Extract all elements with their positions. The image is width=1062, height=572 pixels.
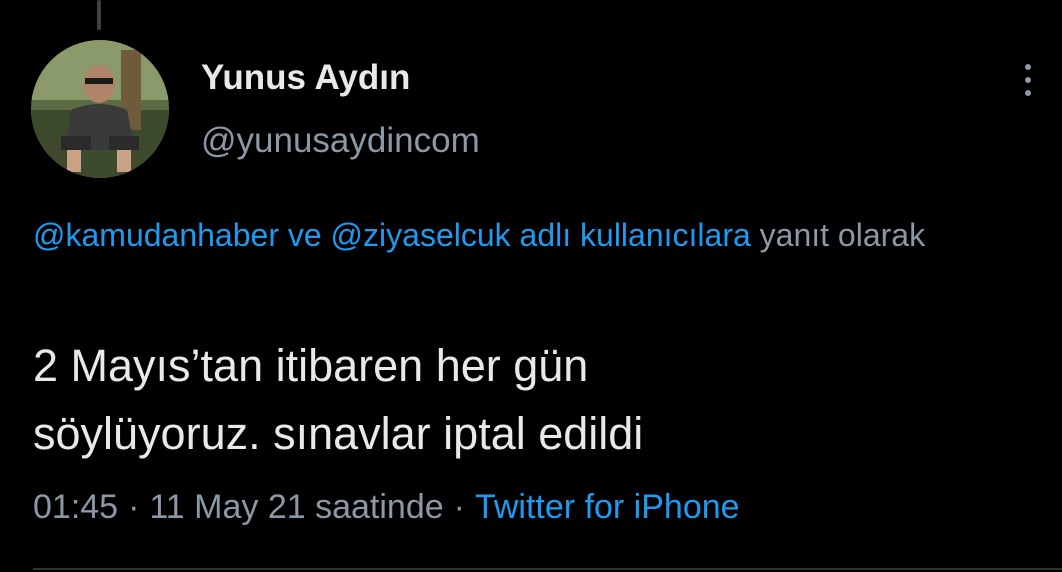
tweet-source-link[interactable]: Twitter for iPhone xyxy=(475,488,740,526)
replied-users-link[interactable]: adlı kullanıcılara xyxy=(520,217,751,253)
reply-suffix-text: yanıt olarak xyxy=(759,217,926,253)
more-options-button[interactable] xyxy=(1013,60,1043,100)
tweet-text: 2 Mayıs’tan itibaren her gün söylüyoruz.… xyxy=(33,332,1033,468)
tweet-date[interactable]: 11 May 21 saatinde xyxy=(149,488,443,526)
reply-context: @kamudanhaber ve @ziyaselcuk adlı kullan… xyxy=(33,210,1043,261)
more-vertical-icon-dot-2 xyxy=(1025,77,1031,83)
tweet-time[interactable]: 01:45 xyxy=(33,488,118,526)
divider xyxy=(33,568,1062,570)
tweet-text-line-1: 2 Mayıs’tan itibaren her gün xyxy=(33,340,589,391)
author-handle[interactable]: @yunusaydincom xyxy=(201,121,480,161)
thread-connector-line xyxy=(97,0,101,30)
more-vertical-icon-dot-3 xyxy=(1025,90,1031,96)
meta-separator-1: · xyxy=(128,488,140,526)
tweet-metadata: 01:45 · 11 May 21 saatinde · Twitter for iPh… xyxy=(33,488,740,527)
tweet-text-line-2: söylüyoruz. sınavlar iptal edildi xyxy=(33,408,644,459)
mention-link-2[interactable]: @ziyaselcuk xyxy=(331,217,511,253)
meta-separator-2: · xyxy=(453,488,465,526)
avatar[interactable] xyxy=(31,40,169,178)
more-vertical-icon xyxy=(1025,64,1031,70)
reply-connector: ve xyxy=(287,217,322,253)
mention-link-1[interactable]: @kamudanhaber xyxy=(33,217,279,253)
avatar-photo xyxy=(31,40,169,178)
author-display-name[interactable]: Yunus Aydın xyxy=(201,58,410,98)
